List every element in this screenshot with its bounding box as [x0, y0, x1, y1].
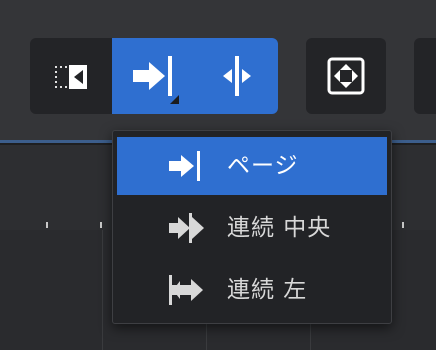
track-grid-line [102, 230, 103, 350]
continuous-center-scroll-icon [222, 56, 251, 96]
page-scroll-icon [169, 151, 200, 181]
dropdown-indicator-icon [170, 95, 179, 104]
menu-item-continuous-center[interactable]: 連続 中央 [117, 199, 387, 257]
scroll-mode-button-group [30, 38, 278, 114]
menu-item-continuous-left[interactable]: 連続 左 [117, 261, 387, 319]
extra-toolbar-button[interactable] [414, 38, 436, 114]
ruler-tick [402, 222, 404, 228]
menu-item-page[interactable]: ページ [117, 137, 387, 195]
menu-item-label: 連続 左 [227, 277, 308, 303]
ruler-tick [46, 222, 48, 228]
ruler-tick [100, 222, 102, 228]
menu-item-label: 連続 中央 [227, 215, 332, 241]
fit-screen-button-group [306, 38, 386, 114]
page-scroll-button[interactable] [112, 38, 195, 114]
page-scroll-icon [132, 56, 172, 96]
fit-screen-icon [327, 57, 365, 95]
continuous-center-scroll-icon [169, 213, 204, 243]
scroll-mode-dropdown-menu: ページ 連続 中央 連続 左 [112, 130, 392, 324]
continuous-center-scroll-button[interactable] [195, 38, 278, 114]
toggle-panel-button[interactable] [30, 38, 112, 114]
continuous-left-scroll-icon [169, 275, 203, 305]
sidebar-collapse-icon [55, 65, 87, 89]
menu-item-label: ページ [227, 153, 299, 179]
fit-screen-button[interactable] [306, 38, 386, 114]
